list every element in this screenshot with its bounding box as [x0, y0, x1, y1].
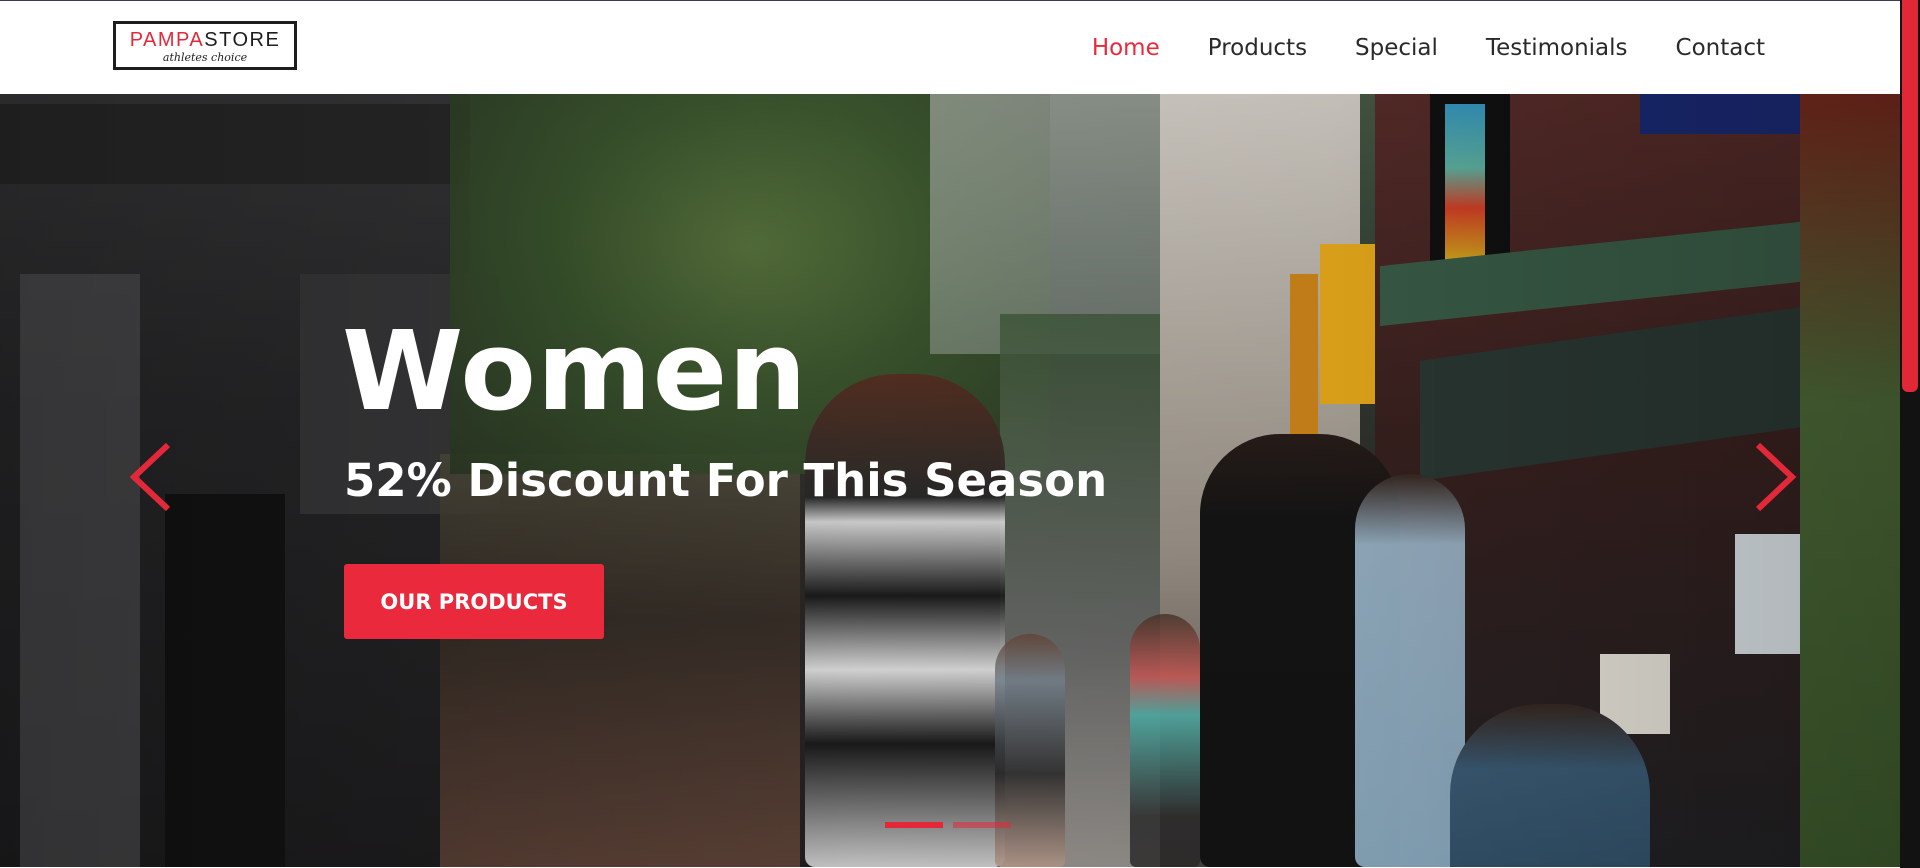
nav-item-contact[interactable]: Contact [1676, 31, 1765, 65]
nav-item-testimonials[interactable]: Testimonials [1486, 31, 1628, 65]
brand-logo[interactable]: PAMPASTORE athletes choice [113, 21, 297, 70]
carousel-next-button[interactable] [1750, 441, 1798, 513]
main-nav: Home Products Special Testimonials Conta… [1092, 31, 1765, 65]
nav-item-home[interactable]: Home [1092, 31, 1160, 65]
logo-text-pampa: PAMPA [129, 29, 205, 51]
carousel-indicators [885, 822, 1011, 828]
our-products-button[interactable]: OUR PRODUCTS [344, 564, 604, 639]
chevron-right-icon [1755, 442, 1797, 512]
logo-wordmark: PAMPASTORE [116, 30, 294, 50]
nav-item-products[interactable]: Products [1208, 31, 1307, 65]
hero-title: Women [342, 307, 808, 435]
carousel-indicator-1[interactable] [885, 822, 943, 828]
logo-text-store: STORE [204, 29, 281, 51]
scrollbar-thumb[interactable] [1902, 0, 1918, 392]
hero-subtitle: 52% Discount For This Season [344, 454, 1108, 507]
nav-item-special[interactable]: Special [1355, 31, 1438, 65]
carousel-prev-button[interactable] [128, 441, 176, 513]
logo-tagline: athletes choice [162, 51, 248, 64]
navbar: PAMPASTORE athletes choice Home Products… [0, 1, 1900, 93]
carousel-indicator-2[interactable] [953, 822, 1011, 828]
hero-carousel: Women 52% Discount For This Season OUR P… [0, 94, 1900, 867]
chevron-left-icon [129, 442, 171, 512]
